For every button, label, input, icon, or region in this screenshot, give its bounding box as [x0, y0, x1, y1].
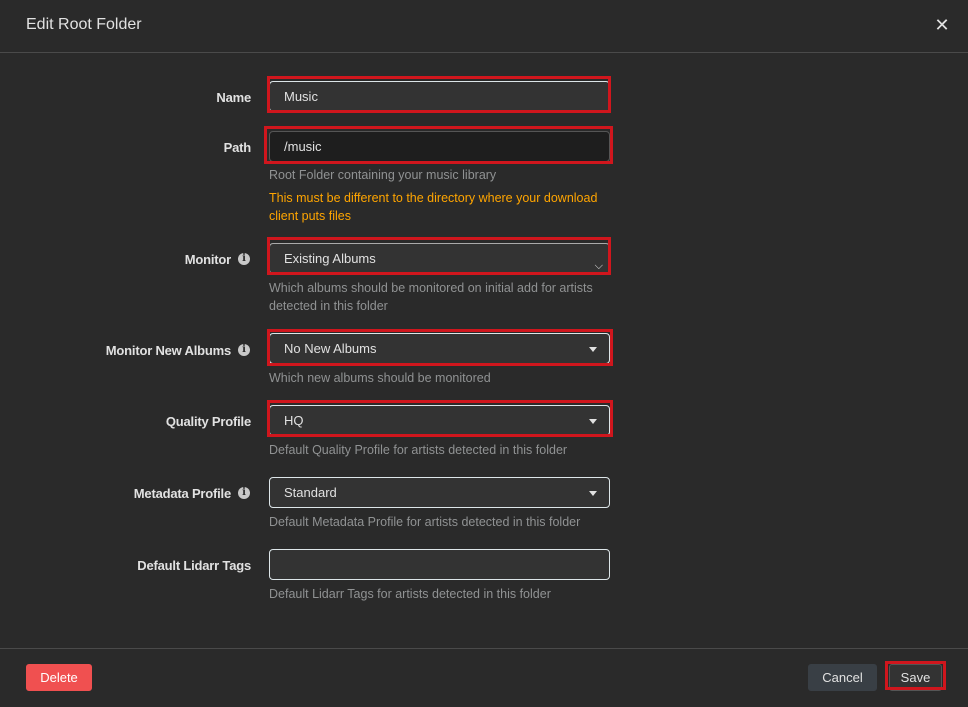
caret-down-icon	[589, 491, 597, 496]
caret-down-icon	[589, 347, 597, 352]
info-icon[interactable]: i	[238, 487, 250, 499]
monitor-help: Which albums should be monitored on init…	[269, 281, 593, 313]
monitor-label: Monitor	[184, 252, 231, 267]
metadata-value: Standard	[284, 485, 337, 500]
name-input[interactable]: Music	[269, 81, 610, 112]
cancel-button[interactable]: Cancel	[808, 664, 877, 691]
tags-help: Default Lidarr Tags for artists detected…	[269, 587, 551, 601]
caret-down-icon	[589, 419, 597, 424]
info-icon[interactable]: i	[238, 253, 250, 265]
modal-header: Edit Root Folder ✕	[0, 0, 968, 53]
monitor-new-label: Monitor New Albums	[105, 343, 231, 358]
path-label: Path	[223, 140, 252, 155]
monitor-new-select[interactable]: No New Albums	[269, 333, 610, 364]
modal-title: Edit Root Folder	[26, 16, 142, 33]
quality-label: Quality Profile	[165, 414, 251, 429]
save-button[interactable]: Save	[889, 664, 942, 691]
modal-footer: Delete Cancel Save	[0, 648, 968, 707]
chevron-down-icon: ⌵	[594, 260, 603, 272]
path-warning: This must be different to the directory …	[269, 191, 598, 223]
monitor-new-value: No New Albums	[284, 341, 377, 356]
info-icon[interactable]: i	[238, 344, 250, 356]
edit-root-folder-modal: Edit Root Folder ✕ Name Music Path /musi…	[0, 0, 968, 707]
name-label: Name	[216, 90, 251, 105]
quality-select[interactable]: HQ	[269, 405, 610, 436]
tags-input[interactable]	[269, 549, 610, 580]
path-input[interactable]: /music	[269, 131, 610, 162]
tags-label: Default Lidarr Tags	[137, 558, 251, 573]
metadata-help: Default Metadata Profile for artists det…	[269, 515, 581, 529]
monitor-value: Existing Albums	[284, 251, 376, 266]
metadata-select[interactable]: Standard	[269, 477, 610, 508]
path-help: Root Folder containing your music librar…	[269, 168, 497, 182]
quality-help: Default Quality Profile for artists dete…	[269, 443, 568, 457]
close-icon[interactable]: ✕	[932, 15, 952, 35]
monitor-select[interactable]: Existing Albums ⌵	[269, 243, 610, 274]
metadata-label: Metadata Profile	[133, 486, 231, 501]
quality-value: HQ	[284, 413, 304, 428]
monitor-new-help: Which new albums should be monitored	[269, 371, 491, 385]
delete-button[interactable]: Delete	[26, 664, 92, 691]
